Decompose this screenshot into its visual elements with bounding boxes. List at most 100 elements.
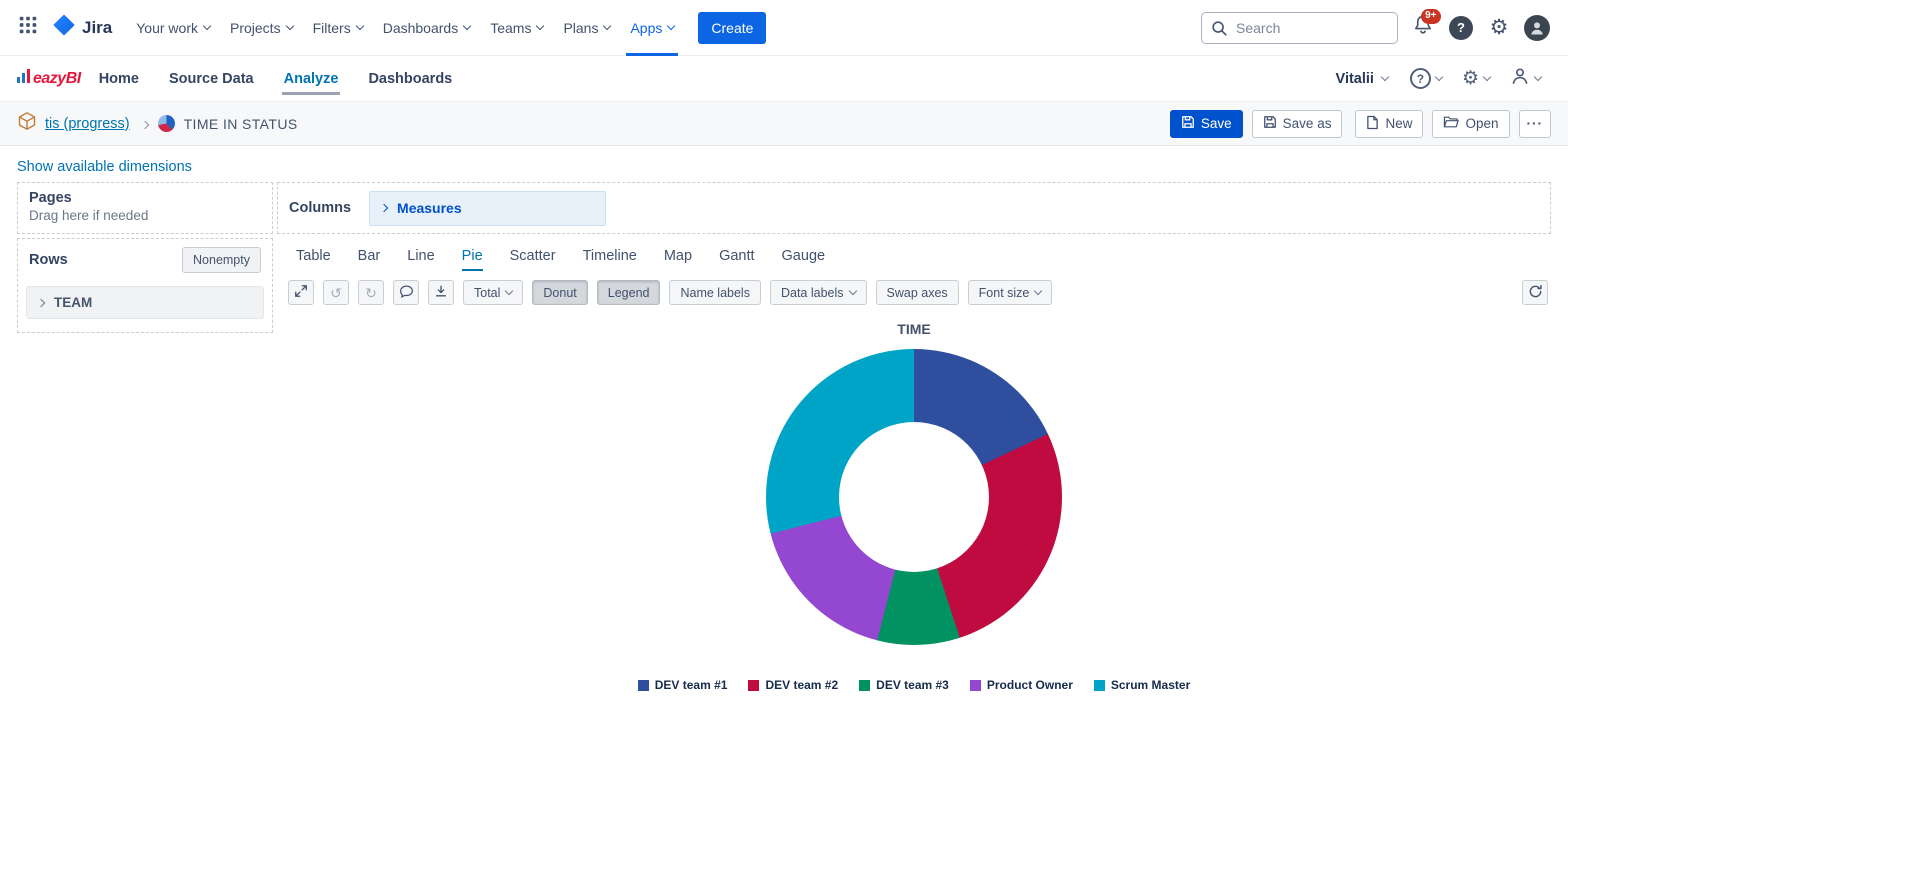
nav-label: Dashboards: [382, 19, 459, 36]
comments-button[interactable]: [393, 280, 419, 305]
create-button[interactable]: Create: [698, 11, 767, 44]
chevron-down-icon: [505, 286, 514, 296]
nav-label: Filters: [312, 19, 351, 36]
save-icon: [1263, 115, 1277, 132]
pages-hint: Drag here if needed: [29, 208, 149, 223]
user-name: Vitalii: [1335, 70, 1374, 87]
settings-button[interactable]: ⚙: [1480, 9, 1518, 47]
eazybi-help-menu[interactable]: ?: [1400, 68, 1452, 89]
report-pie-icon: [157, 115, 175, 132]
document-icon: [1366, 115, 1379, 133]
font-size-dropdown[interactable]: Font size: [967, 280, 1053, 305]
download-icon: [434, 284, 448, 301]
export-button[interactable]: [428, 280, 454, 305]
more-button[interactable]: ···: [1518, 109, 1551, 138]
legend-item[interactable]: Scrum Master: [1093, 678, 1190, 692]
breadcrumb: [140, 115, 149, 133]
tab-timeline[interactable]: Timeline: [583, 248, 637, 271]
eazybi-nav-home[interactable]: Home: [97, 56, 141, 101]
eazybi-nav-source-data[interactable]: Source Data: [167, 56, 256, 101]
rows-dimension-team[interactable]: TEAM: [26, 286, 264, 319]
legend-item[interactable]: Product Owner: [969, 678, 1073, 692]
nav-dashboards[interactable]: Dashboards: [373, 0, 481, 56]
tab-table[interactable]: Table: [296, 248, 331, 271]
nav-projects[interactable]: Projects: [220, 0, 303, 56]
nav-teams[interactable]: Teams: [480, 0, 553, 56]
legend-swatch: [637, 679, 649, 691]
eazybi-bars-icon: [17, 69, 30, 88]
legend-toggle[interactable]: Legend: [596, 280, 661, 305]
eazybi-navbar: eazyBI Home Source Data Analyze Dashboar…: [0, 56, 1568, 101]
nav-apps[interactable]: Apps: [620, 0, 684, 56]
jira-primary-nav: Your work Projects Filters Dashboards Te…: [126, 0, 684, 56]
eazybi-nav-analyze[interactable]: Analyze: [281, 56, 341, 101]
save-as-button[interactable]: Save as: [1251, 109, 1343, 138]
eazybi-account-menu[interactable]: [1500, 66, 1551, 91]
breadcrumb-account-link[interactable]: tis (progress): [45, 116, 130, 132]
tab-bar[interactable]: Bar: [358, 248, 381, 271]
help-icon: ?: [1449, 15, 1473, 40]
report-header: tis (progress) TIME IN STATUS Save Save …: [0, 101, 1568, 146]
name-labels-toggle[interactable]: Name labels: [669, 280, 761, 305]
app-window: Jira Your work Projects Filters Dashboar…: [0, 0, 1568, 692]
undo-icon: ↺: [330, 284, 342, 301]
swap-axes-button[interactable]: Swap axes: [875, 280, 959, 305]
undo-button[interactable]: ↺: [323, 280, 349, 305]
legend-item[interactable]: DEV team #1: [637, 678, 728, 692]
eazybi-nav-dashboards[interactable]: Dashboards: [366, 56, 454, 101]
search-input[interactable]: [1201, 11, 1398, 44]
user-icon: [1510, 66, 1530, 91]
notifications-button[interactable]: 9+: [1404, 8, 1442, 47]
chart-title: TIME: [897, 321, 931, 337]
cube-icon: [17, 111, 37, 136]
jira-logo-text: Jira: [82, 17, 113, 37]
redo-icon: ↻: [365, 284, 377, 301]
fullscreen-button[interactable]: [288, 280, 314, 305]
report-title: TIME IN STATUS: [183, 115, 298, 132]
show-dimensions-link[interactable]: Show available dimensions: [17, 159, 192, 175]
nav-label: Home: [98, 70, 139, 87]
legend-label: DEV team #1: [654, 678, 728, 692]
chart-area: [766, 349, 1062, 645]
chevron-down-icon: [603, 21, 612, 31]
tab-pie[interactable]: Pie: [461, 248, 483, 271]
data-labels-dropdown[interactable]: Data labels: [769, 280, 867, 305]
font-size-label: Font size: [978, 285, 1030, 300]
app-switcher-button[interactable]: [12, 12, 44, 44]
eazybi-logo[interactable]: eazyBI: [17, 69, 81, 88]
pages-dropzone[interactable]: Pages Drag here if needed: [17, 182, 273, 234]
user-menu[interactable]: Vitalii: [1324, 71, 1400, 87]
refresh-icon: [1528, 284, 1543, 302]
layout-left-panel: Pages Drag here if needed Rows Nonempty …: [17, 182, 273, 333]
nav-filters[interactable]: Filters: [303, 0, 373, 56]
columns-label: Columns: [289, 200, 352, 216]
comment-icon: [399, 284, 414, 302]
eazybi-settings-menu[interactable]: ⚙: [1452, 69, 1500, 88]
nav-your-work[interactable]: Your work: [126, 0, 220, 56]
legend-item[interactable]: DEV team #2: [748, 678, 838, 692]
nav-plans[interactable]: Plans: [553, 0, 620, 56]
tab-scatter[interactable]: Scatter: [510, 248, 556, 271]
nav-label: Source Data: [169, 70, 254, 87]
total-dropdown[interactable]: Total: [463, 280, 524, 305]
app-grid-icon: [17, 14, 39, 41]
nav-label: Dashboards: [368, 70, 453, 87]
open-button[interactable]: Open: [1432, 109, 1510, 138]
profile-button[interactable]: [1518, 9, 1556, 47]
chevron-right-icon: [140, 120, 149, 129]
tab-map[interactable]: Map: [664, 248, 692, 271]
refresh-button[interactable]: [1522, 280, 1548, 305]
help-button[interactable]: ?: [1442, 9, 1480, 47]
donut-toggle[interactable]: Donut: [532, 280, 588, 305]
save-button[interactable]: Save: [1169, 109, 1243, 138]
columns-dimension-measures[interactable]: Measures: [369, 190, 607, 226]
redo-button[interactable]: ↻: [358, 280, 384, 305]
nonempty-button[interactable]: Nonempty: [182, 247, 261, 273]
tab-gantt[interactable]: Gantt: [719, 248, 754, 271]
tab-line[interactable]: Line: [407, 248, 434, 271]
new-button[interactable]: New: [1355, 109, 1424, 138]
jira-logo[interactable]: Jira: [52, 13, 112, 42]
tab-gauge[interactable]: Gauge: [782, 248, 826, 271]
rows-label: Rows: [29, 252, 68, 268]
legend-item[interactable]: DEV team #3: [859, 678, 949, 692]
